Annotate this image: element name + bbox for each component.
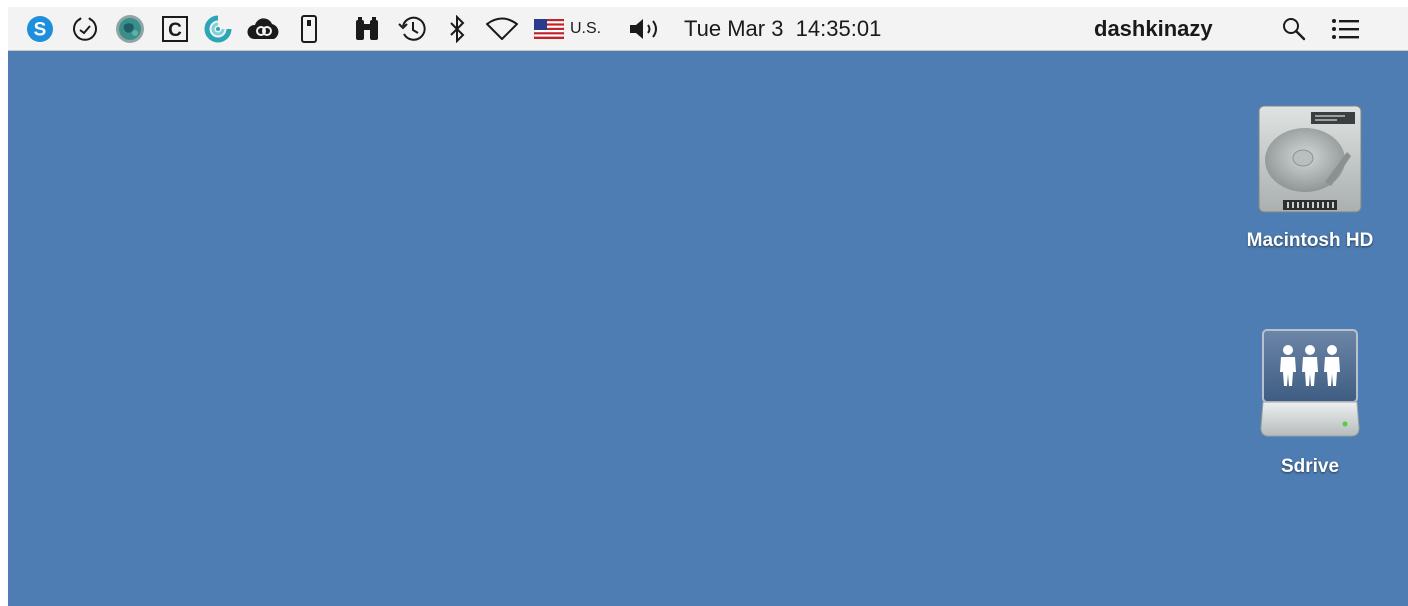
macintosh-hd-label: Macintosh HD bbox=[1246, 230, 1374, 251]
network-share-icon bbox=[1260, 329, 1360, 437]
creative-cloud-icon[interactable] bbox=[244, 7, 284, 51]
volume-icon[interactable] bbox=[622, 7, 672, 51]
tick-clock-icon[interactable] bbox=[68, 7, 102, 51]
sdrive-desktop-icon[interactable]: Sdrive bbox=[1220, 328, 1400, 478]
svg-text:C: C bbox=[168, 20, 182, 41]
us-flag-icon bbox=[534, 19, 564, 39]
user-menu[interactable]: dashkinazy bbox=[1094, 7, 1254, 51]
time-machine-icon[interactable] bbox=[396, 7, 430, 51]
clock-label: Tue Mar 3 14:35:01 bbox=[684, 16, 882, 41]
phone-device-icon[interactable] bbox=[294, 7, 324, 51]
desktop[interactable]: Macintosh HD Sdrive bbox=[8, 51, 1408, 606]
bluetooth-icon[interactable] bbox=[442, 7, 472, 51]
spotlight-search-icon[interactable] bbox=[1276, 7, 1312, 51]
teal-spiral-icon[interactable] bbox=[200, 7, 236, 51]
c-box-icon[interactable]: C bbox=[158, 7, 192, 51]
screen: S C U.S. Tue Mar 3 14:35:01 dashkinazy M… bbox=[8, 0, 1408, 606]
globe-app-icon[interactable] bbox=[112, 7, 148, 51]
menu-bar: S C U.S. Tue Mar 3 14:35:01 dashkinazy bbox=[8, 7, 1408, 51]
skype-icon[interactable]: S bbox=[22, 7, 58, 51]
input-source-label: U.S. bbox=[570, 20, 602, 37]
macintosh-hd-desktop-icon[interactable]: Macintosh HD bbox=[1220, 104, 1400, 252]
clock[interactable]: Tue Mar 3 14:35:01 bbox=[684, 7, 1074, 51]
binoculars-icon[interactable] bbox=[350, 7, 384, 51]
notification-center-icon[interactable] bbox=[1326, 7, 1366, 51]
sdrive-label: Sdrive bbox=[1280, 456, 1340, 477]
svg-text:S: S bbox=[34, 20, 47, 41]
hard-drive-icon bbox=[1258, 105, 1362, 213]
username-label: dashkinazy bbox=[1094, 16, 1213, 41]
wifi-icon[interactable] bbox=[482, 7, 522, 51]
input-source-menu[interactable]: U.S. bbox=[534, 7, 614, 51]
